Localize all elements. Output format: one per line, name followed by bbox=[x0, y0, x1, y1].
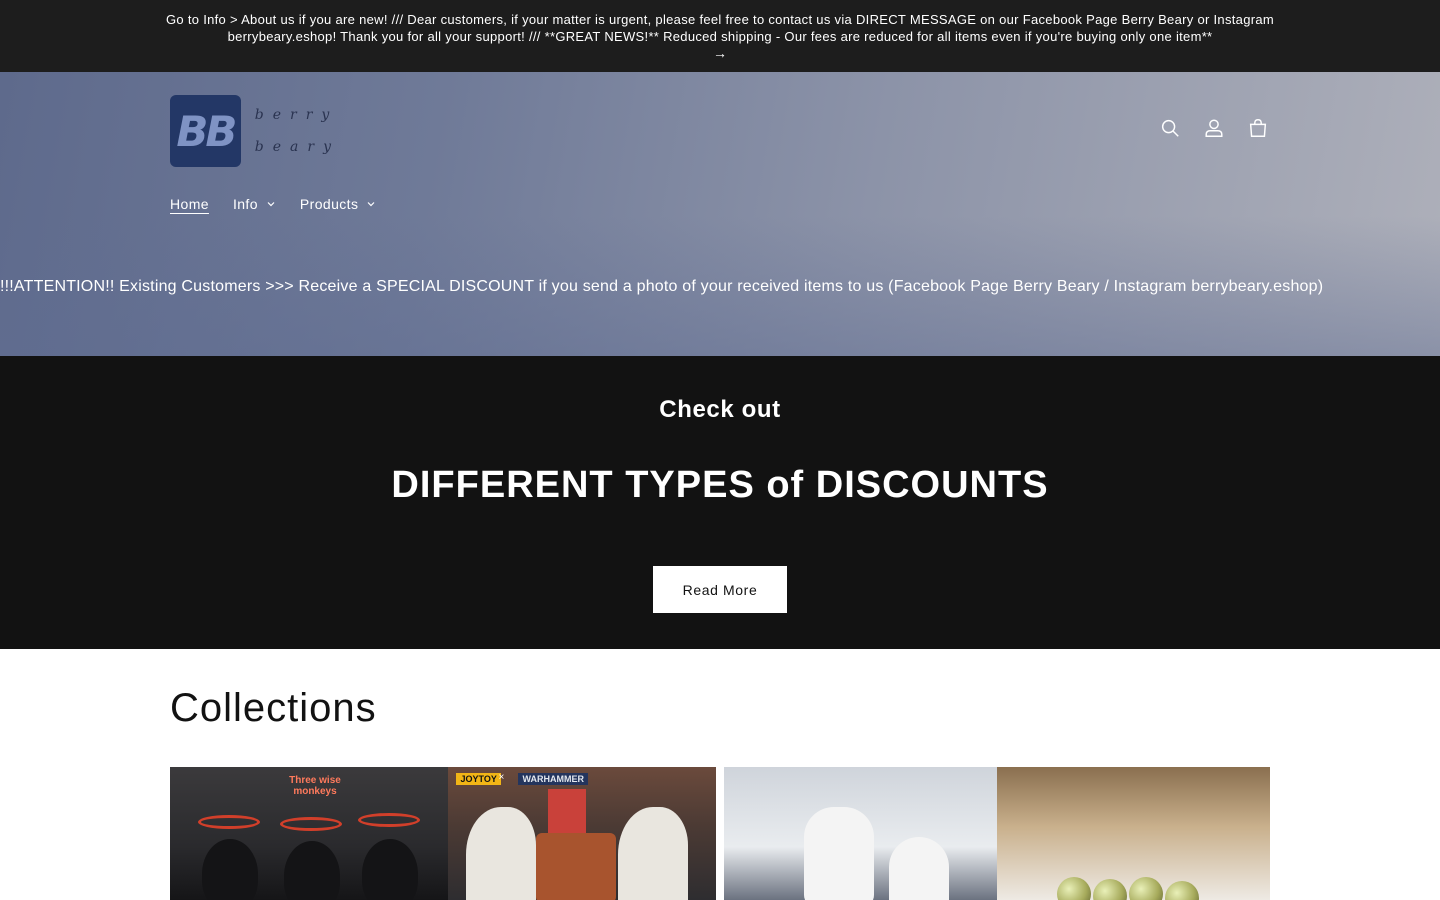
collection-card-apparel[interactable] bbox=[724, 767, 1270, 900]
sock-shape bbox=[804, 807, 874, 900]
collections-grid: Three wise monkeys JOYTOY × WARHAMMER bbox=[170, 767, 1270, 900]
figure-head bbox=[202, 839, 258, 900]
logo-word-beary: beary bbox=[254, 139, 340, 155]
promo-heading: DIFFERENT TYPES of DISCOUNTS bbox=[391, 464, 1049, 506]
search-icon[interactable] bbox=[1158, 116, 1182, 140]
site-header: BB berry beary Home Info Products !!!ATT… bbox=[0, 72, 1440, 356]
nav-item-label: Home bbox=[170, 196, 209, 212]
bead-shape bbox=[1057, 877, 1091, 900]
logo-wordmark: berry beary bbox=[255, 106, 340, 156]
nav-item-info[interactable]: Info bbox=[233, 196, 276, 212]
figure-head bbox=[362, 839, 418, 900]
bead-shape bbox=[1165, 881, 1199, 900]
logo-mark: BB bbox=[170, 95, 241, 167]
main-nav: Home Info Products bbox=[170, 196, 376, 212]
halo-shape bbox=[198, 815, 260, 829]
halo-shape bbox=[358, 813, 420, 827]
collections-title: Collections bbox=[170, 686, 377, 730]
chevron-down-icon bbox=[267, 202, 275, 207]
collection-card-figures[interactable]: Three wise monkeys JOYTOY × WARHAMMER bbox=[170, 767, 716, 900]
banner-shape bbox=[548, 789, 587, 839]
figure-head bbox=[284, 841, 340, 900]
nav-item-home[interactable]: Home bbox=[170, 196, 209, 212]
wing-shape bbox=[466, 807, 537, 900]
figure-body bbox=[536, 833, 617, 900]
promo-subheading: Check out bbox=[659, 396, 781, 423]
cart-icon[interactable] bbox=[1246, 116, 1270, 140]
read-more-button[interactable]: Read More bbox=[653, 566, 787, 613]
chevron-down-icon bbox=[367, 202, 375, 207]
discount-marquee: !!!ATTENTION!! Existing Customers >>> Re… bbox=[0, 278, 1324, 295]
sock-shape bbox=[889, 837, 949, 900]
bead-shape bbox=[1129, 877, 1163, 900]
header-icons bbox=[1158, 116, 1270, 140]
logo[interactable]: BB berry beary bbox=[170, 95, 340, 167]
arrow-right-icon[interactable]: → bbox=[713, 45, 727, 61]
collection-image bbox=[997, 767, 1270, 900]
promo-banner: Check out DIFFERENT TYPES of DISCOUNTS R… bbox=[0, 356, 1440, 649]
halo-shape bbox=[280, 817, 342, 831]
account-icon[interactable] bbox=[1202, 116, 1226, 140]
logo-word-berry: berry bbox=[254, 107, 339, 123]
collection-image: JOYTOY × WARHAMMER bbox=[448, 767, 716, 900]
nav-item-label: Info bbox=[232, 196, 258, 212]
warhammer-badge: WARHAMMER bbox=[518, 773, 588, 785]
announcement-bar: Go to Info > About us if you are new! //… bbox=[0, 0, 1440, 72]
bead-shape bbox=[1093, 879, 1127, 900]
collab-x: × bbox=[498, 772, 505, 783]
collection-image: Three wise monkeys bbox=[170, 767, 449, 900]
nav-item-products[interactable]: Products bbox=[300, 196, 376, 212]
product-label: Three wise monkeys bbox=[289, 775, 341, 797]
wing-shape bbox=[618, 807, 689, 900]
collection-image bbox=[724, 767, 997, 900]
joytoy-badge: JOYTOY bbox=[456, 773, 501, 785]
nav-item-label: Products bbox=[299, 196, 359, 212]
announcement-text: Go to Info > About us if you are new! //… bbox=[165, 12, 1275, 44]
